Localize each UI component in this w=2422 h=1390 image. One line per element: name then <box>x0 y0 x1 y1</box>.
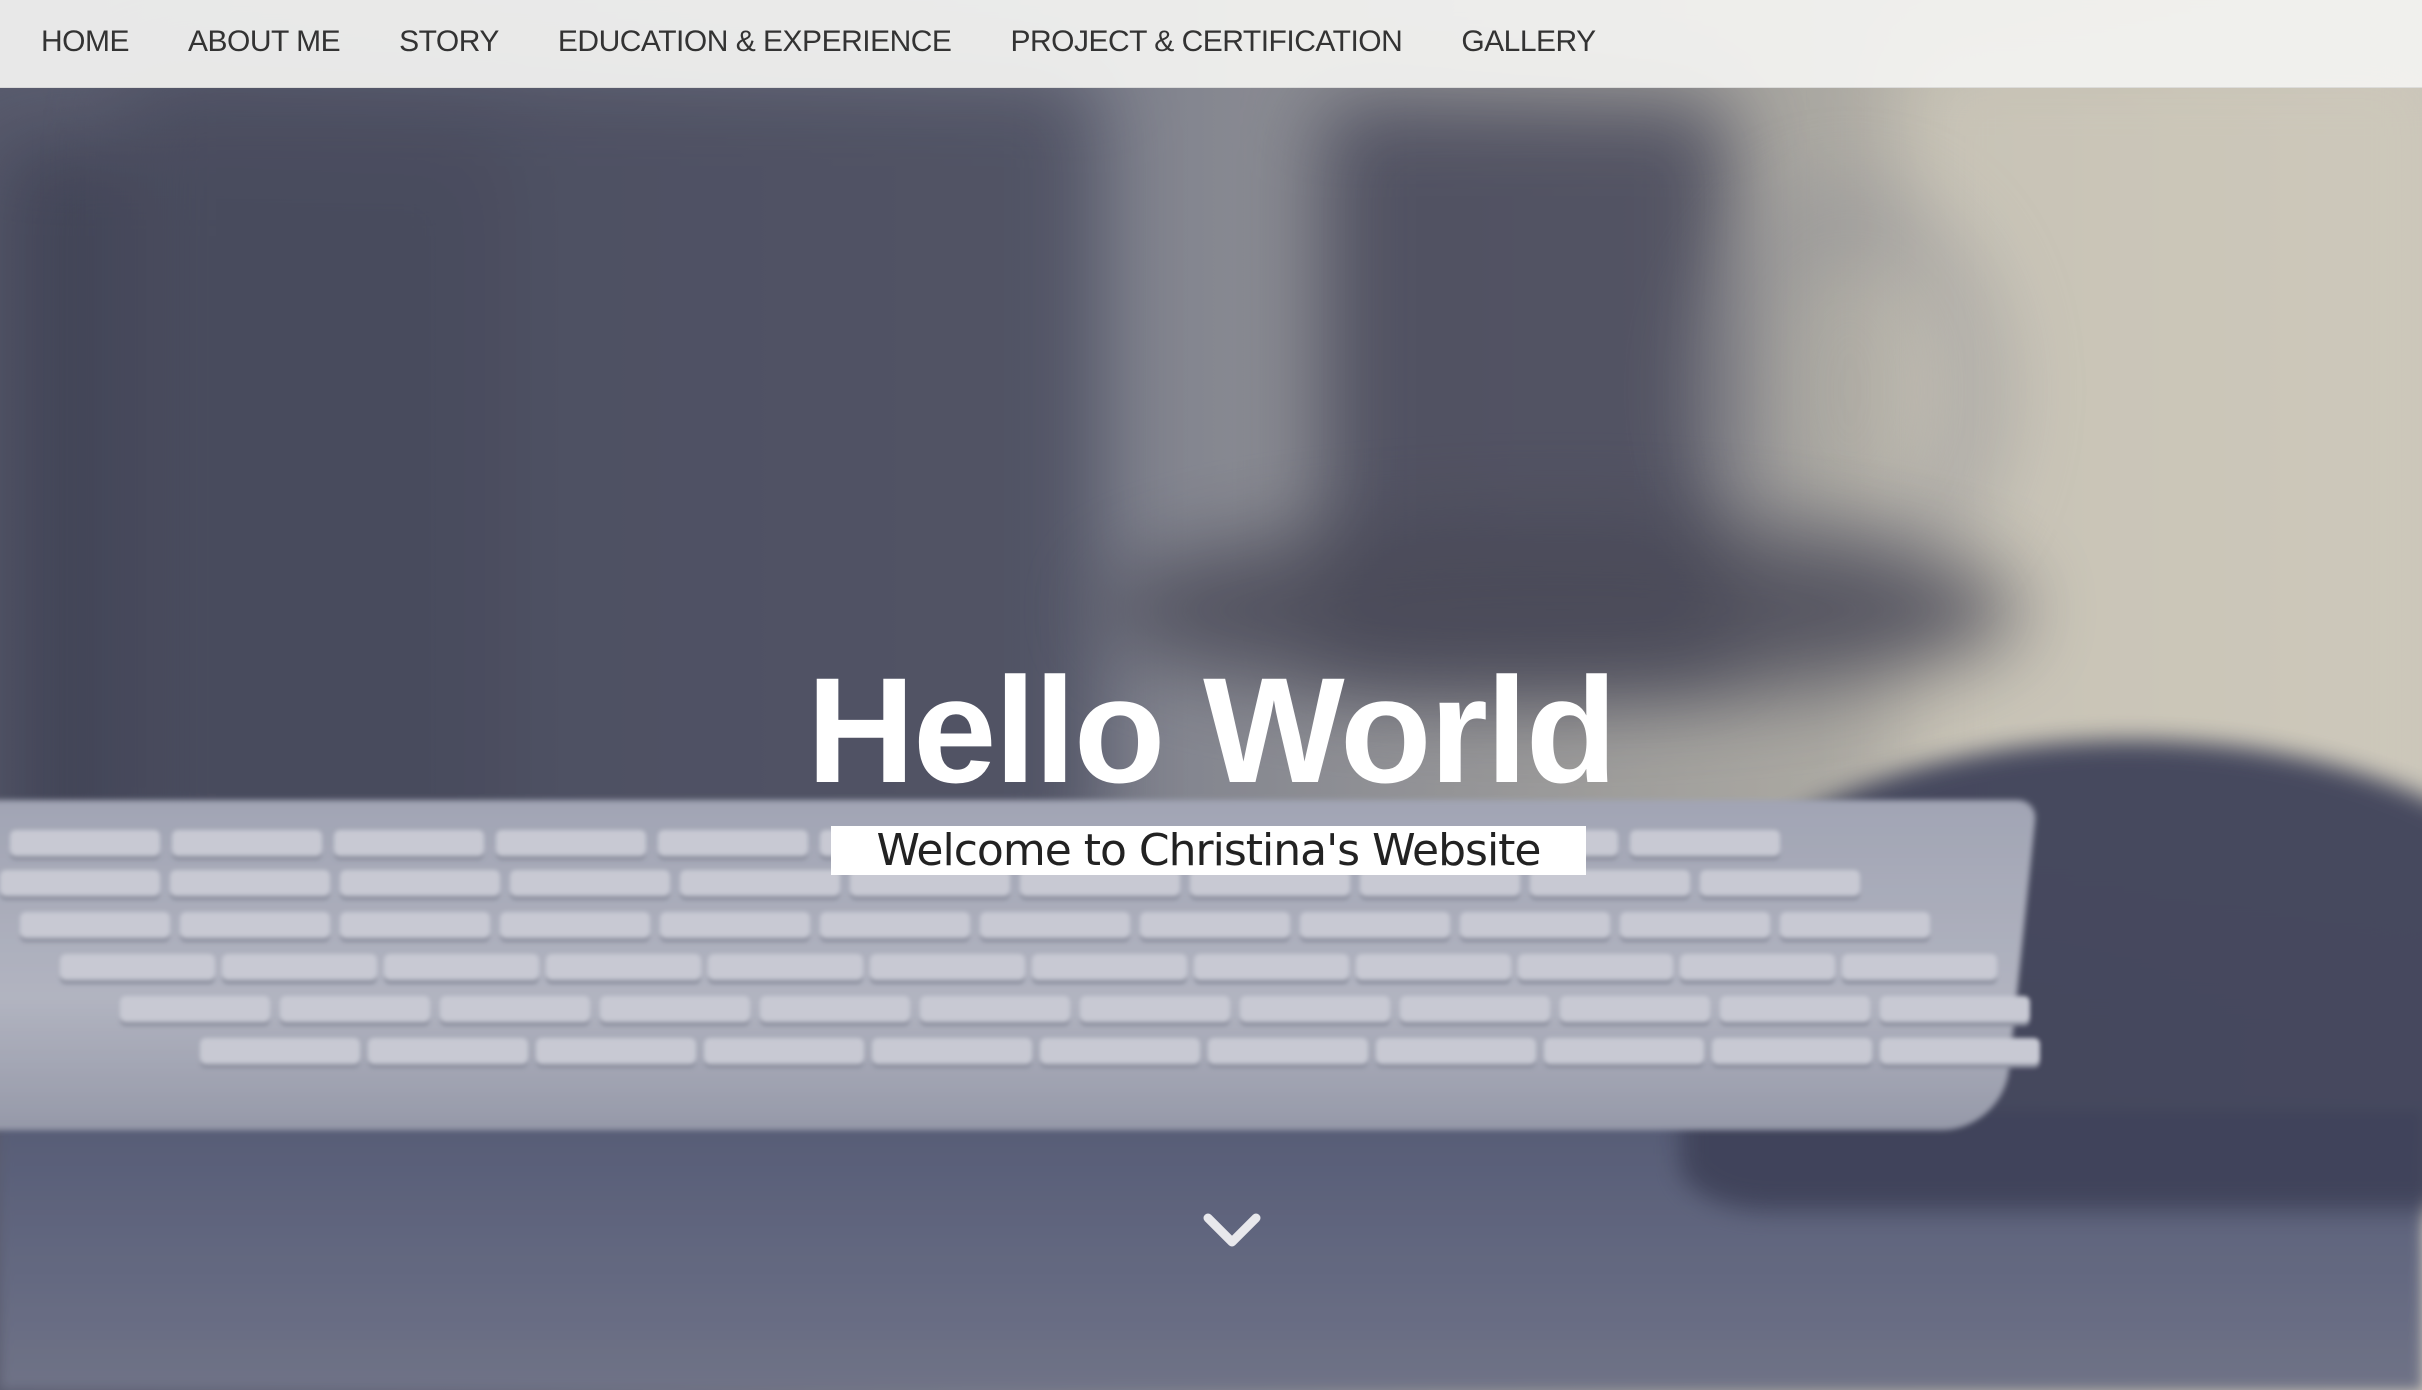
page: HOME ABOUT ME STORY EDUCATION & EXPERIEN… <box>0 0 2422 1390</box>
nav-item-story[interactable]: STORY <box>399 25 499 63</box>
chevron-down-icon[interactable] <box>1202 1208 1262 1256</box>
nav-item-project-certification[interactable]: PROJECT & CERTIFICATION <box>1010 25 1402 63</box>
hero-title: Hello World <box>806 646 1618 814</box>
hero-subtitle: Welcome to Christina's Website <box>831 826 1586 875</box>
top-navigation-bar: HOME ABOUT ME STORY EDUCATION & EXPERIEN… <box>0 0 2422 88</box>
nav-item-gallery[interactable]: GALLERY <box>1461 25 1596 63</box>
nav-item-home[interactable]: HOME <box>41 25 130 63</box>
nav-item-about-me[interactable]: ABOUT ME <box>188 25 341 63</box>
nav-item-education-experience[interactable]: EDUCATION & EXPERIENCE <box>558 25 952 63</box>
